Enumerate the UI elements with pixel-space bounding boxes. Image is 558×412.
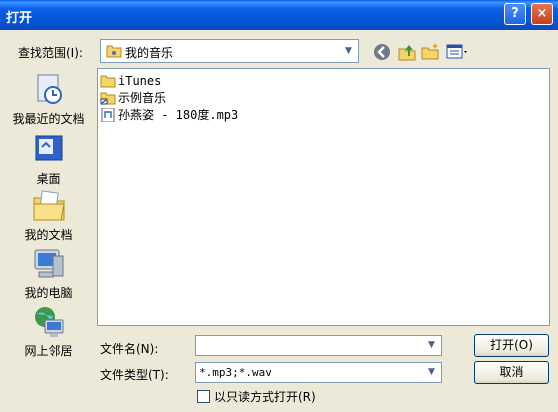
up-folder-icon[interactable] <box>397 42 417 62</box>
list-item[interactable]: iTunes <box>100 72 161 89</box>
open-dialog: 打开 ? × 查找范围(I): 我的音乐 ▼ 我最近的文档 桌面 我的文档 我的… <box>0 0 558 412</box>
place-recent-documents[interactable]: 我最近的文档 <box>7 72 90 127</box>
audio-file-icon <box>101 107 115 122</box>
read-only-checkbox[interactable] <box>197 390 210 403</box>
window-title: 打开 <box>6 11 33 26</box>
look-in-label: 查找范围(I): <box>18 46 83 60</box>
list-item[interactable]: 示例音乐 <box>100 89 166 106</box>
folder-shortcut-icon <box>100 92 116 104</box>
file-name: 孙燕姿 - 180度.mp3 <box>118 108 239 122</box>
list-item[interactable]: 孙燕姿 - 180度.mp3 <box>100 106 238 123</box>
place-my-computer[interactable]: 我的电脑 <box>7 246 90 301</box>
title-bar[interactable]: 打开 ? × <box>0 0 558 30</box>
my-computer-icon <box>34 249 63 278</box>
file-name-label: 文件名(N): <box>100 342 159 356</box>
read-only-label: 以只读方式打开(R) <box>214 390 316 404</box>
place-label: 我的电脑 <box>24 286 73 300</box>
file-name-input[interactable]: ▼ <box>195 335 442 356</box>
place-label: 桌面 <box>36 172 61 186</box>
folder-icon <box>100 75 116 87</box>
chevron-down-icon[interactable]: ▼ <box>423 337 440 354</box>
file-name: 示例音乐 <box>118 91 167 105</box>
file-type-select[interactable]: *.mp3;*.wav ▼ <box>195 362 442 383</box>
place-label: 我的文档 <box>24 228 73 242</box>
file-name: iTunes <box>118 73 162 88</box>
back-icon[interactable] <box>372 42 392 62</box>
file-type-label: 文件类型(T): <box>100 368 169 382</box>
places-bar: 我最近的文档 桌面 我的文档 我的电脑 网上邻居 <box>7 70 90 406</box>
open-button[interactable]: 打开(O) <box>474 334 549 357</box>
cancel-button[interactable]: 取消 <box>474 361 549 384</box>
recent-documents-icon <box>37 74 62 104</box>
close-button[interactable]: × <box>531 3 553 25</box>
file-type-value: *.mp3;*.wav <box>199 366 272 379</box>
place-label: 网上邻居 <box>24 344 73 358</box>
place-label: 我最近的文档 <box>12 112 85 126</box>
new-folder-icon[interactable] <box>420 42 440 62</box>
place-network-places[interactable]: 网上邻居 <box>7 304 90 359</box>
look-in-value: 我的音乐 <box>125 46 174 60</box>
view-menu-icon[interactable] <box>446 42 470 62</box>
my-documents-icon <box>33 190 65 221</box>
network-places-icon <box>34 307 63 337</box>
desktop-icon <box>35 135 62 161</box>
look-in-combobox[interactable]: 我的音乐 ▼ <box>100 39 359 63</box>
chevron-down-icon[interactable]: ▼ <box>423 364 440 381</box>
file-list[interactable]: iTunes 示例音乐 孙燕姿 - 180度.mp3 <box>97 68 550 326</box>
music-folder-icon <box>106 45 122 58</box>
chevron-down-icon[interactable]: ▼ <box>340 41 357 61</box>
help-button[interactable]: ? <box>504 3 526 25</box>
place-desktop[interactable]: 桌面 <box>7 132 90 187</box>
place-my-documents[interactable]: 我的文档 <box>7 188 90 243</box>
read-only-option[interactable]: 以只读方式打开(R) <box>197 388 316 405</box>
